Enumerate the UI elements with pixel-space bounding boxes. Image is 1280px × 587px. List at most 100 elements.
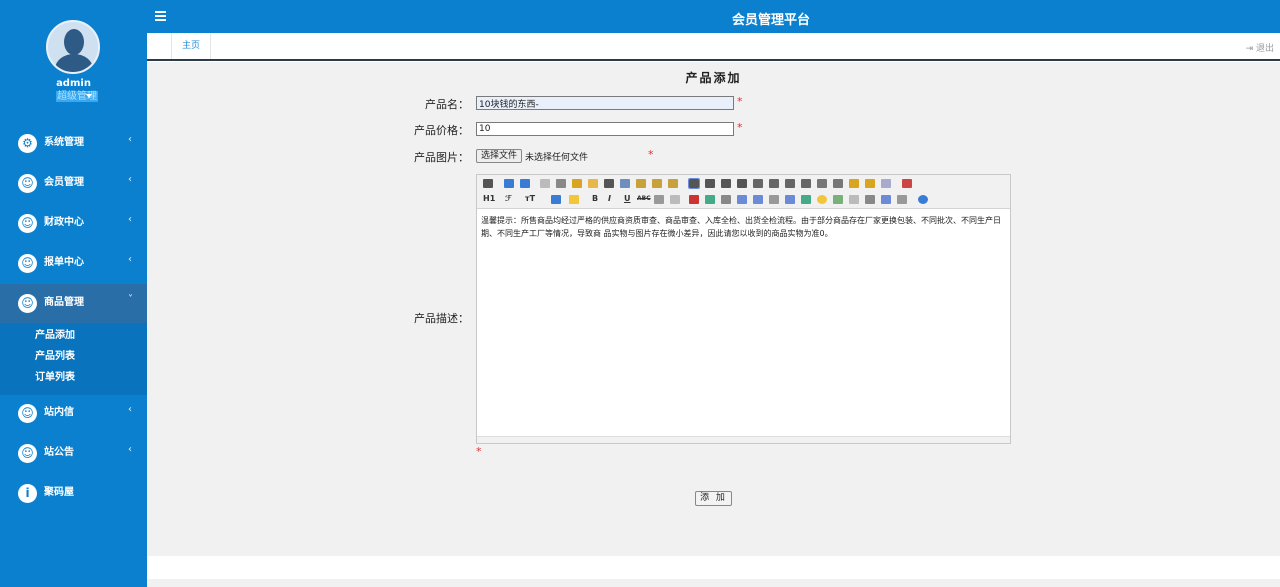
help-icon[interactable]: [918, 195, 928, 204]
font-size-button[interactable]: тT: [525, 194, 535, 203]
cursor-icon[interactable]: [881, 179, 891, 188]
fullscreen-icon[interactable]: [902, 179, 912, 188]
template-icon[interactable]: [572, 179, 582, 188]
paste-word-icon[interactable]: [668, 179, 678, 188]
unordered-list-icon[interactable]: [769, 179, 779, 188]
sidebar-item-system[interactable]: ⚙ 系统管理 ‹: [0, 124, 147, 164]
tab-home[interactable]: 主页: [171, 33, 211, 59]
user-icon: ☺: [18, 174, 37, 193]
editor-resize-bar[interactable]: [477, 436, 1010, 443]
sidebar-item-about[interactable]: i 聚码屋: [0, 474, 147, 514]
flash-icon[interactable]: [721, 195, 731, 204]
preview-icon[interactable]: [540, 179, 550, 188]
user-icon: ☺: [18, 214, 37, 233]
required-mark: *: [737, 95, 743, 108]
source-icon[interactable]: [483, 179, 493, 188]
align-justify-icon[interactable]: [737, 179, 747, 188]
align-center-icon[interactable]: [705, 179, 715, 188]
submenu-item-product-add[interactable]: 产品添加: [35, 330, 75, 342]
logout-link[interactable]: ⇥ 退出: [1246, 41, 1274, 54]
text-color-icon[interactable]: [551, 195, 561, 204]
emoticon-icon[interactable]: [817, 195, 827, 204]
submenu-item-order-list[interactable]: 订单列表: [35, 372, 75, 384]
sidebar-item-messages[interactable]: ☺ 站内信 ‹: [0, 394, 147, 434]
horizontal-rule-icon[interactable]: [801, 195, 811, 204]
submenu-item-product-list[interactable]: 产品列表: [35, 351, 75, 363]
align-right-icon[interactable]: [721, 179, 731, 188]
print-icon[interactable]: [556, 179, 566, 188]
bold-button[interactable]: B: [592, 194, 598, 203]
rich-text-editor: H1 ℱ тT B I U ABC 温馨提示：所售商品均经过严格的供应商资质审查…: [476, 174, 1011, 444]
footer-bottom: [147, 579, 1280, 587]
link-icon[interactable]: [881, 195, 891, 204]
sidebar-item-orders-center[interactable]: ☺ 报单中心 ‹: [0, 244, 147, 284]
form-title: 产品添加: [685, 71, 742, 85]
media-icon[interactable]: [737, 195, 747, 204]
editor-content[interactable]: 温馨提示：所售商品均经过严格的供应商资质审查、商品审查、入库全检、出货全检流程。…: [481, 214, 1007, 240]
product-price-label: 产品价格：: [414, 124, 469, 137]
file-status: 未选择任何文件: [525, 153, 589, 163]
select-all-icon[interactable]: [865, 179, 875, 188]
page-break-icon[interactable]: [849, 195, 859, 204]
copy-icon[interactable]: [620, 179, 630, 188]
clear-format-icon[interactable]: [849, 179, 859, 188]
align-left-icon[interactable]: [688, 178, 700, 189]
chevron-left-icon: ‹: [128, 214, 132, 225]
tab-bar: 主页 ⇥ 退出: [147, 33, 1280, 61]
user-icon: ☺: [18, 294, 37, 313]
paste-icon[interactable]: [636, 179, 646, 188]
highlight-icon[interactable]: [569, 195, 579, 204]
sidebar-item-label: 站内信: [44, 407, 74, 418]
product-name-input[interactable]: [476, 96, 734, 110]
sidebar-item-members[interactable]: ☺ 会员管理 ‹: [0, 164, 147, 204]
subscript-icon[interactable]: [817, 179, 827, 188]
product-name-label: 产品名：: [425, 98, 469, 111]
unlink-icon[interactable]: [897, 195, 907, 204]
anchor-icon[interactable]: [865, 195, 875, 204]
main-content: 产品添加 产品名： * 产品价格： * 产品图片： 选择文件 未选择任何文件 *…: [147, 62, 1280, 507]
audio-icon[interactable]: [753, 195, 763, 204]
font-family-button[interactable]: ℱ: [505, 194, 511, 203]
submenu: 产品添加 产品列表 订单列表: [0, 323, 147, 395]
paste-text-icon[interactable]: [652, 179, 662, 188]
attachment-icon[interactable]: [769, 195, 779, 204]
italic-button[interactable]: I: [608, 194, 611, 203]
required-mark: *: [476, 445, 482, 458]
heading-button[interactable]: H1: [483, 194, 495, 203]
image-icon[interactable]: [689, 195, 699, 204]
sidebar-item-products[interactable]: ☺ 商品管理 ˅: [0, 284, 147, 324]
add-button[interactable]: 添 加: [695, 491, 732, 506]
ordered-list-icon[interactable]: [753, 179, 763, 188]
chevron-left-icon: ‹: [128, 174, 132, 185]
logout-label: 退出: [1255, 44, 1274, 54]
chevron-left-icon: ‹: [128, 404, 132, 415]
choose-file-button[interactable]: 选择文件: [476, 149, 522, 163]
sidebar-item-label: 会员管理: [44, 177, 84, 188]
product-price-input[interactable]: [476, 122, 734, 136]
superscript-icon[interactable]: [833, 179, 843, 188]
sidebar-item-finance[interactable]: ☺ 财政中心 ‹: [0, 204, 147, 244]
footer-band: [147, 507, 1280, 556]
sidebar: admin 超级管理 ⚙ 系统管理 ‹ ☺ 会员管理 ‹ ☺ 财政中心 ‹ ☺ …: [0, 0, 147, 587]
indent-icon[interactable]: [785, 179, 795, 188]
redo-icon[interactable]: [520, 179, 530, 188]
outdent-icon[interactable]: [801, 179, 811, 188]
multi-image-icon[interactable]: [705, 195, 715, 204]
sidebar-item-label: 报单中心: [44, 257, 84, 268]
insert-table-icon[interactable]: [785, 195, 795, 204]
code-icon[interactable]: [588, 179, 598, 188]
strikethrough-button[interactable]: ABC: [637, 195, 651, 202]
eraser-icon[interactable]: [670, 195, 680, 204]
table-icon[interactable]: [654, 195, 664, 204]
user-icon: ☺: [18, 254, 37, 273]
undo-icon[interactable]: [504, 179, 514, 188]
user-icon: ☺: [18, 444, 37, 463]
cut-icon[interactable]: [604, 179, 614, 188]
underline-button[interactable]: U: [624, 194, 631, 203]
sidebar-item-announcements[interactable]: ☺ 站公告 ‹: [0, 434, 147, 474]
chevron-down-icon: ˅: [128, 294, 133, 305]
info-icon: i: [18, 484, 37, 503]
map-icon[interactable]: [833, 195, 843, 204]
avatar[interactable]: [46, 20, 100, 74]
caret-down-icon[interactable]: [86, 94, 92, 98]
